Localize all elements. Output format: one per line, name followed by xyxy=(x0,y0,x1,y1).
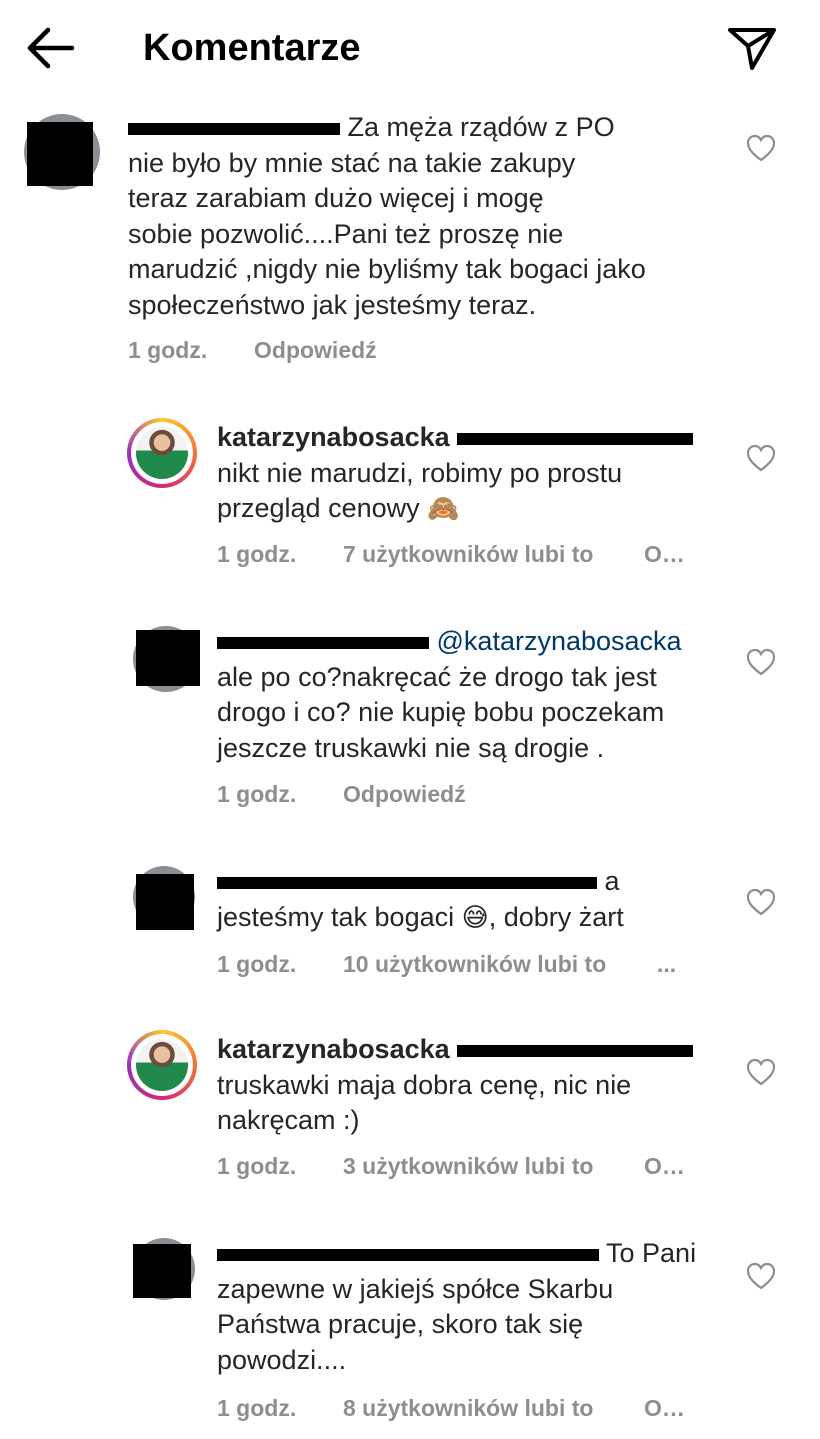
comment-line: drogo i co? nie kupię bobu poczekam xyxy=(217,697,665,727)
heart-outline-icon[interactable] xyxy=(746,648,776,676)
heart-outline-icon[interactable] xyxy=(746,1058,776,1086)
comment-body: @katarzynabosacka ale po co?nakręcać że … xyxy=(217,624,737,766)
reply-button[interactable]: O… xyxy=(644,1152,685,1180)
likes-count[interactable]: 3 użytkowników lubi to xyxy=(343,1152,593,1180)
username-redaction xyxy=(217,1248,599,1261)
comment-text: Za męża rządów z PO xyxy=(347,112,615,142)
timestamp: 1 godz. xyxy=(128,337,208,363)
reply-comment: a jesteśmy tak bogaci 😅, dobry żart 1 go… xyxy=(0,864,820,984)
timestamp: 1 godz. xyxy=(217,951,297,977)
timestamp: 1 godz. xyxy=(217,781,297,807)
comment-line: ale po co?nakręcać że drogo tak jest xyxy=(217,661,657,692)
timestamp: 1 godz. xyxy=(217,1153,297,1179)
likes-count[interactable]: 7 użytkowników lubi to xyxy=(343,540,593,568)
heart-outline-icon[interactable] xyxy=(746,444,776,472)
comment-body: To Pani zapewne w jakiejś spółce Skarbu … xyxy=(217,1236,737,1378)
page-title: Komentarze xyxy=(143,27,361,69)
monkey-emoji-icon: 🙈 xyxy=(427,494,460,524)
timestamp: 1 godz. xyxy=(217,541,297,567)
sweat-smile-emoji-icon: 😅 xyxy=(461,902,489,933)
timestamp: 1 godz. xyxy=(217,1395,297,1421)
comment-line-end: , dobry żart xyxy=(488,901,624,932)
comment-line: zapewne w jakiejś spółce Skarbu xyxy=(217,1273,614,1304)
username-redaction xyxy=(217,876,597,889)
comment-body: katarzynabosacka nikt nie marudzi, robim… xyxy=(217,420,737,528)
mention[interactable]: @katarzynabosacka xyxy=(437,626,682,656)
comment-line: teraz zarabiam dużo więcej i mogę xyxy=(128,183,544,213)
reply-comment: To Pani zapewne w jakiejś spółce Skarbu … xyxy=(0,1236,820,1426)
heart-outline-icon[interactable] xyxy=(746,1262,776,1290)
comment-body: katarzynabosacka truskawki maja dobra ce… xyxy=(217,1032,737,1139)
avatar-redaction xyxy=(136,874,194,930)
reply-comment: katarzynabosacka nikt nie marudzi, robim… xyxy=(0,418,820,578)
comment-line: nikt nie marudzi, robimy po prostu xyxy=(217,457,623,488)
reply-button[interactable]: Odpowiedź xyxy=(343,780,466,808)
comment-text: a xyxy=(604,866,620,896)
username[interactable]: katarzynabosacka xyxy=(217,422,450,452)
reply-button[interactable]: O… xyxy=(644,1394,685,1422)
reply-comment: katarzynabosacka truskawki maja dobra ce… xyxy=(0,1030,820,1190)
avatar-redaction xyxy=(133,1244,191,1298)
paper-plane-icon[interactable] xyxy=(726,24,778,72)
reply-button[interactable]: O… xyxy=(644,540,685,568)
likes-count[interactable]: 8 użytkowników lubi to xyxy=(343,1394,593,1422)
mention-redaction xyxy=(457,432,694,445)
comment-line: społeczeństwo jak jesteśmy teraz. xyxy=(128,289,537,320)
comment-body: Za męża rządów z PO nie było by mnie sta… xyxy=(128,110,728,323)
more-button[interactable]: ... xyxy=(657,950,676,978)
reply-comment: @katarzynabosacka ale po co?nakręcać że … xyxy=(0,624,820,814)
username-redaction xyxy=(217,636,429,649)
comment-body: a jesteśmy tak bogaci 😅, dobry żart xyxy=(217,864,737,936)
avatar[interactable] xyxy=(127,1030,197,1100)
heart-outline-icon[interactable] xyxy=(746,888,776,916)
comment-line: nie było by mnie stać na takie zakupy xyxy=(128,147,576,178)
avatar-redaction xyxy=(136,630,200,686)
avatar[interactable] xyxy=(127,418,197,488)
comment-line: marudzić ,nigdy nie byliśmy tak bogaci j… xyxy=(128,254,646,284)
comment-line: przegląd cenowy xyxy=(217,493,420,523)
top-bar: Komentarze xyxy=(0,0,820,96)
comment-line: jesteśmy tak bogaci xyxy=(217,901,455,932)
comment-line: powodzi.... xyxy=(217,1344,347,1375)
comment-line: sobie pozwolić....Pani też proszę nie xyxy=(128,218,564,249)
comment: Za męża rządów z PO nie było by mnie sta… xyxy=(0,110,820,370)
comment-line: jeszcze truskawki nie są drogie . xyxy=(217,732,605,763)
username[interactable]: katarzynabosacka xyxy=(217,1034,450,1064)
comment-text: To Pani xyxy=(606,1238,697,1268)
reply-button[interactable]: Odpowiedź xyxy=(254,336,377,364)
username-redaction xyxy=(128,122,340,135)
comment-line: truskawki maja dobra cenę, nic nie xyxy=(217,1069,632,1100)
arrow-left-icon[interactable] xyxy=(24,26,76,70)
comment-line: Państwa pracuje, skoro tak się xyxy=(217,1309,584,1339)
mention-redaction xyxy=(457,1044,694,1057)
comment-line: nakręcam :) xyxy=(217,1105,360,1135)
heart-outline-icon[interactable] xyxy=(746,134,776,162)
likes-count[interactable]: 10 użytkowników lubi to xyxy=(343,950,606,978)
avatar-redaction xyxy=(27,122,93,186)
